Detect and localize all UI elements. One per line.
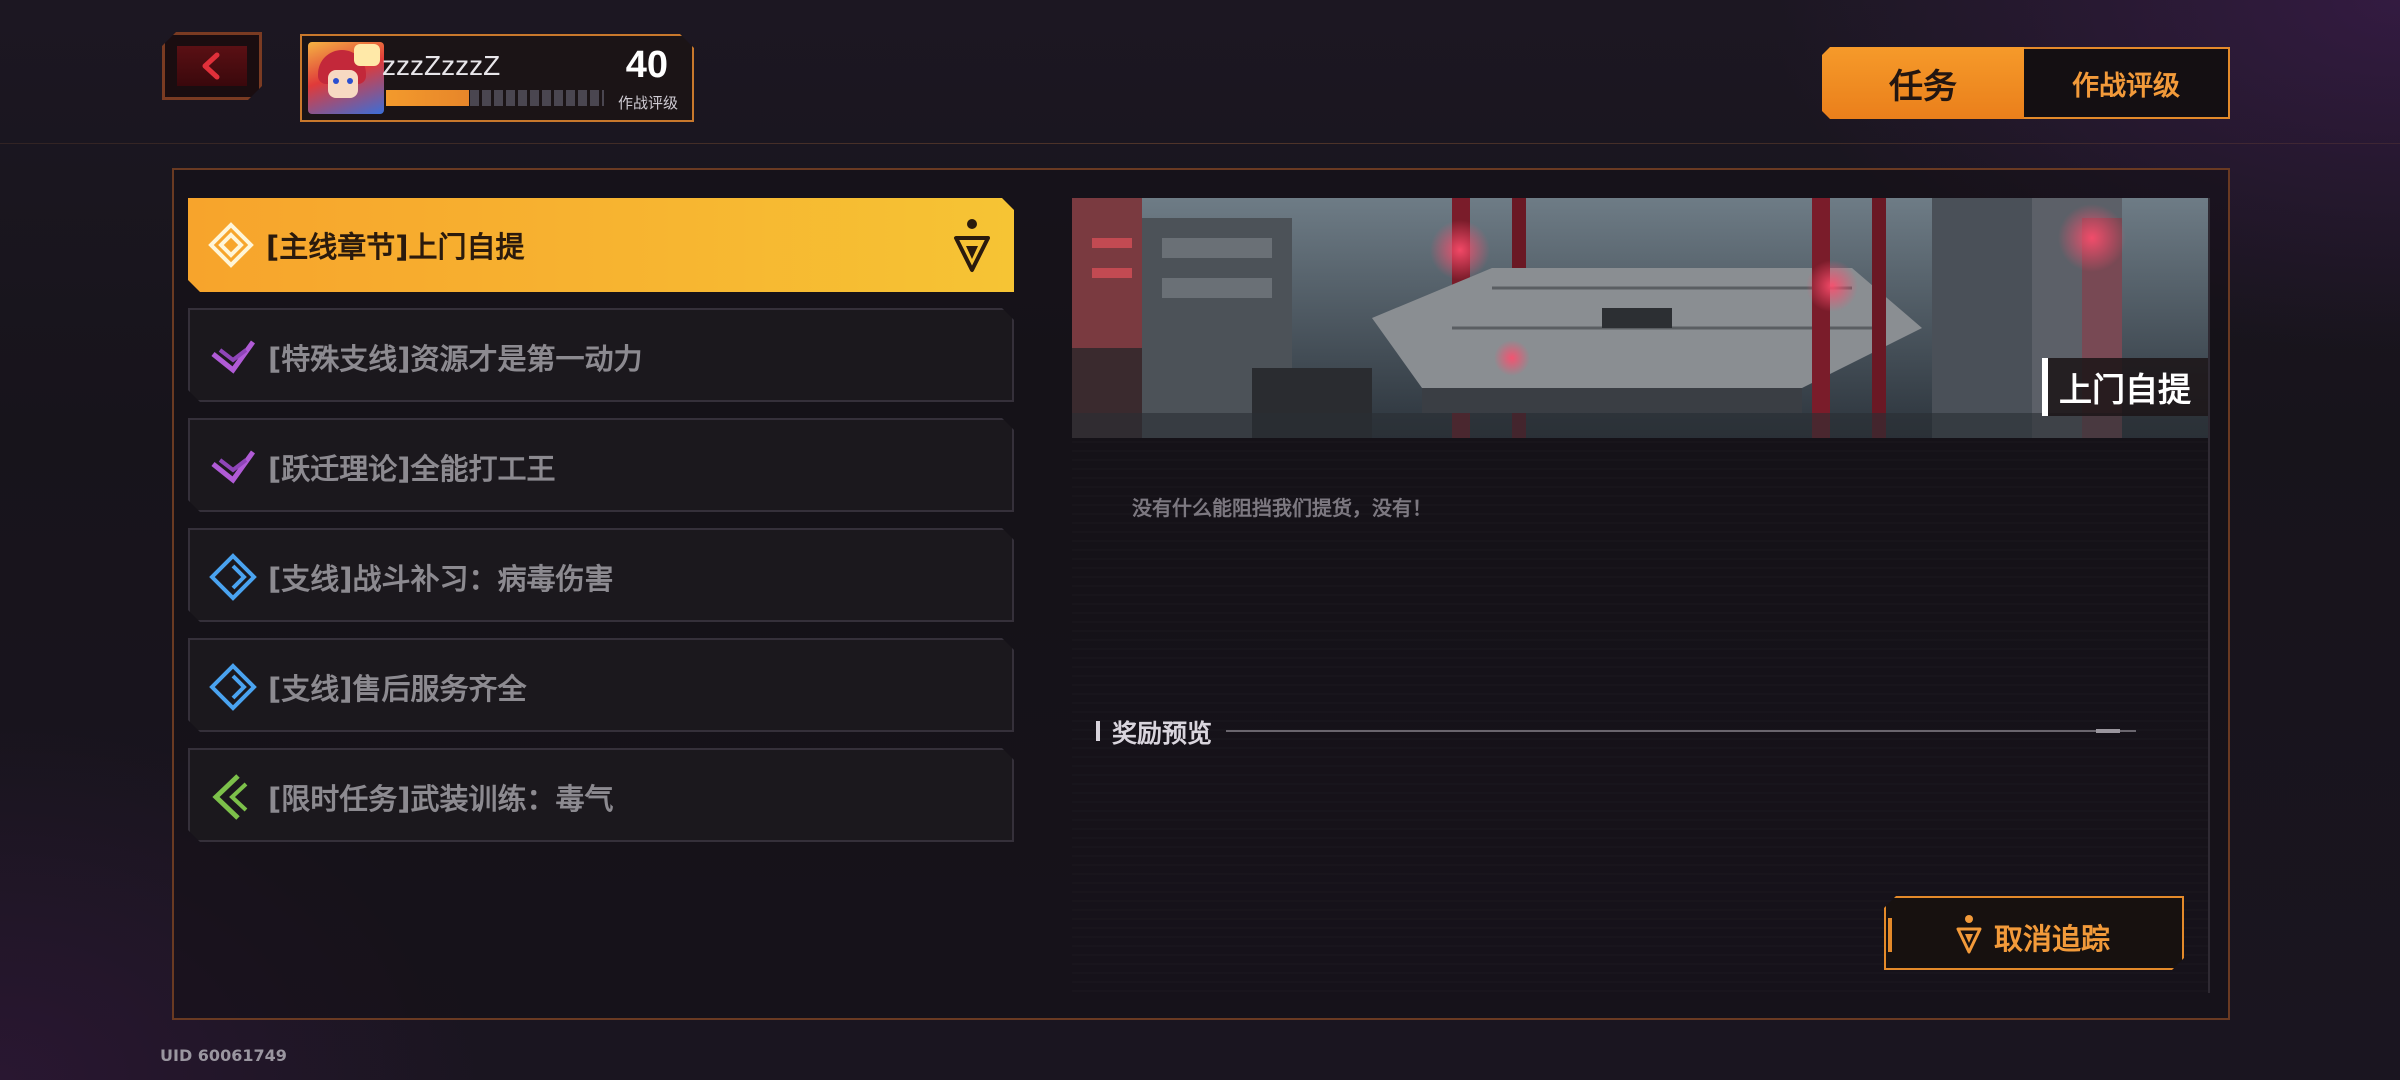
back-button[interactable] <box>162 32 262 100</box>
quest-item-side[interactable]: [支线]售后服务齐全 <box>188 638 1014 732</box>
limited-quest-icon <box>208 772 258 822</box>
avatar-eye <box>347 78 353 84</box>
section-divider <box>1226 730 2136 732</box>
avatar-badge <box>354 44 380 66</box>
side-quest-icon <box>208 662 258 712</box>
quest-item-limited[interactable]: [限时任务]武装训练：毒气 <box>188 748 1014 842</box>
section-divider-end <box>2096 729 2120 733</box>
level-label: 作战评级 <box>617 94 678 112</box>
player-uid: UID 60061749 <box>160 1046 287 1065</box>
player-name: zzzZzzzZ <box>382 50 501 81</box>
rank-progress-bar <box>386 90 604 106</box>
avatar-eye <box>333 78 339 84</box>
untrack-quest-button[interactable]: 取消追踪 <box>1884 896 2184 970</box>
chevron-left-icon <box>197 51 227 81</box>
back-button-face <box>177 46 247 86</box>
player-avatar[interactable] <box>308 42 384 114</box>
rank-progress-fill <box>386 90 469 106</box>
quest-description: 没有什么能阻挡我们提货，没有！ <box>1132 496 1432 520</box>
quest-label: [支线]战斗补习：病毒伤害 <box>268 562 614 596</box>
quest-label: [支线]售后服务齐全 <box>268 672 527 706</box>
tab-missions[interactable]: 任务 <box>1822 47 2024 119</box>
button-accent-mark <box>1888 918 1892 952</box>
player-profile-card[interactable]: zzzZzzzZ 40 作战评级 <box>300 34 694 122</box>
section-marker <box>1096 721 1100 741</box>
player-level: 40 <box>625 44 668 86</box>
avatar-face <box>328 70 358 98</box>
quest-label: [主线章节]上门自提 <box>266 230 525 264</box>
quest-detail-panel: 上门自提 没有什么能阻挡我们提货，没有！ 奖励预览 <box>1072 198 2210 993</box>
quest-item-side[interactable]: [支线]战斗补习：病毒伤害 <box>188 528 1014 622</box>
reward-preview-title: 奖励预览 <box>1112 719 1213 748</box>
untrack-label: 取消追踪 <box>1994 922 2111 956</box>
header-divider <box>0 143 2400 144</box>
quest-banner-title: 上门自提 <box>2042 358 2208 416</box>
quest-label: [特殊支线]资源才是第一动力 <box>268 342 643 376</box>
warp-quest-icon <box>208 442 258 492</box>
main-quest-icon <box>206 220 256 270</box>
industrial-scene-illustration <box>1072 198 2208 438</box>
top-tabs: 任务 作战评级 <box>1822 47 2230 119</box>
reward-preview-header: 奖励预览 <box>1096 714 2156 748</box>
quest-item-special[interactable]: [特殊支线]资源才是第一动力 <box>188 308 1014 402</box>
quest-label: [跃迁理论]全能打工王 <box>268 452 556 486</box>
quest-label: [限时任务]武装训练：毒气 <box>268 782 614 816</box>
quest-screen: zzzZzzzZ 40 作战评级 任务 作战评级 [主线章节]上门自提 [特殊支… <box>0 0 2400 1080</box>
special-quest-icon <box>208 332 258 382</box>
quest-item-main[interactable]: [主线章节]上门自提 <box>188 198 1014 292</box>
tracking-marker-icon <box>1954 914 1984 954</box>
tracking-marker-icon[interactable] <box>950 216 994 276</box>
quest-item-warp[interactable]: [跃迁理论]全能打工王 <box>188 418 1014 512</box>
side-quest-icon <box>208 552 258 602</box>
tab-combat-rating[interactable]: 作战评级 <box>2024 47 2230 119</box>
quest-banner-image: 上门自提 <box>1072 198 2208 438</box>
